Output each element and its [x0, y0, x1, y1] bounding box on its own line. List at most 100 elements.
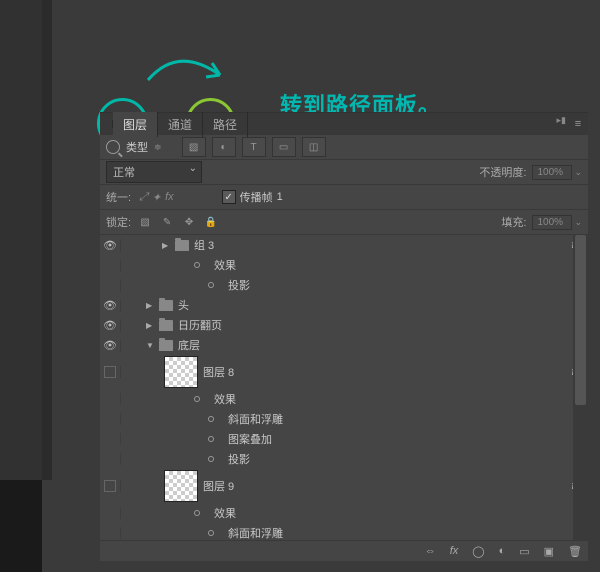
unify-row: 统一: ⤢ ✦ fx ✓ 传播帧 1	[100, 185, 588, 210]
propagate-checkbox[interactable]: ✓	[222, 190, 236, 204]
eye-dot-icon[interactable]	[194, 510, 200, 516]
effect-name: 斜面和浮雕	[228, 525, 283, 541]
visibility-icon[interactable]: 👁	[100, 299, 121, 312]
folder-icon	[159, 300, 173, 311]
filter-toolbar: 类型 ≑ ▧ ◐ T ▭ ◫	[100, 135, 588, 160]
collapse-icon[interactable]: ▶	[162, 241, 170, 250]
visibility-icon[interactable]: 👁	[100, 279, 121, 292]
adjustment-icon[interactable]: ◐	[499, 545, 506, 557]
visibility-icon[interactable]: 👁	[100, 259, 121, 272]
filter-pixel-icon[interactable]: ▧	[182, 137, 206, 157]
visibility-icon[interactable]: 👁	[100, 319, 121, 332]
visibility-icon[interactable]	[100, 366, 121, 378]
chevron-icon[interactable]: ⌄	[574, 167, 582, 178]
collapse-icon[interactable]: ▶	[146, 321, 154, 330]
dropdown-icon[interactable]: ≑	[154, 142, 162, 153]
layer-name: 图层 8	[203, 364, 234, 380]
layers-panel: 图层 通道 路径 ▸▮ ≡ 类型 ≑ ▧ ◐ T ▭ ◫ 正常 不透明度: 10…	[100, 112, 588, 561]
layer-name: 日历翻页	[178, 317, 222, 333]
eye-dot-icon[interactable]	[194, 396, 200, 402]
layer-row[interactable]: 👁 ▶ 日历翻页	[100, 315, 588, 335]
new-layer-icon[interactable]: ▣	[544, 545, 554, 558]
folder-icon	[175, 240, 189, 251]
eye-dot-icon[interactable]	[208, 456, 214, 462]
layer-row[interactable]: 👁 ▶头	[100, 295, 588, 315]
visibility-icon[interactable]: 👁	[100, 239, 121, 252]
fill-value[interactable]: 100%	[532, 215, 572, 230]
annotation-arrow	[138, 40, 238, 100]
layer-row[interactable]: .投影	[100, 449, 588, 469]
tab-layers[interactable]: 图层	[113, 112, 158, 137]
effects-label: 效果	[214, 257, 236, 273]
filter-type-icon[interactable]: T	[242, 137, 266, 157]
effects-label: 效果	[214, 505, 236, 521]
lock-label: 锁定:	[106, 214, 131, 230]
chevron-icon[interactable]: ⌄	[574, 217, 582, 228]
layer-row[interactable]: 👁 ▼ 底层	[100, 335, 588, 355]
panel-menu-icon[interactable]: ≡	[568, 114, 588, 134]
layer-row[interactable]: 👁 效果	[100, 255, 588, 275]
layer-thumbnail[interactable]	[164, 470, 198, 502]
eye-dot-icon[interactable]	[208, 530, 214, 536]
panel-tabs: 图层 通道 路径 ▸▮ ≡	[100, 113, 588, 135]
visibility-icon[interactable]	[100, 480, 121, 492]
tab-dropdown-icon[interactable]: ▸▮	[557, 115, 566, 126]
unify-style-icon[interactable]: fx	[165, 191, 174, 204]
expand-icon[interactable]: ▼	[146, 341, 154, 350]
propagate-label: 传播帧	[240, 189, 273, 205]
effects-label: 效果	[214, 391, 236, 407]
opacity-value[interactable]: 100%	[532, 165, 572, 180]
lock-position-icon[interactable]: ✥	[181, 215, 197, 229]
layer-row[interactable]: 👁 ▶组 3fx▴	[100, 235, 588, 255]
layer-row[interactable]: .斜面和浮雕	[100, 523, 588, 541]
filter-smart-icon[interactable]: ◫	[302, 137, 326, 157]
layer-row[interactable]: 👁 投影	[100, 275, 588, 295]
effect-name: 图案叠加	[228, 431, 272, 447]
eye-dot-icon[interactable]	[208, 282, 214, 288]
unify-visibility-icon[interactable]: ✦	[152, 191, 161, 204]
eye-dot-icon[interactable]	[194, 262, 200, 268]
layer-row[interactable]: .图案叠加	[100, 429, 588, 449]
layer-row[interactable]: .效果	[100, 389, 588, 409]
lock-pixels-icon[interactable]: ✎	[159, 215, 175, 229]
layer-name: 组 3	[194, 237, 214, 253]
link-icon[interactable]: ⇔	[425, 545, 436, 557]
layer-thumbnail[interactable]	[164, 356, 198, 388]
layers-list: 👁 ▶组 3fx▴ 👁 效果 👁 投影 👁 ▶头 👁 ▶日历翻页 👁 ▼底层 图…	[100, 235, 588, 541]
folder-icon	[159, 320, 173, 331]
visibility-icon[interactable]: 👁	[100, 339, 121, 352]
tab-paths[interactable]: 路径	[203, 112, 248, 137]
collapse-icon[interactable]: ▶	[146, 301, 154, 310]
layer-row[interactable]: 图层 8fx▴	[100, 355, 588, 389]
scrollbar-thumb[interactable]	[575, 235, 586, 405]
layer-name: 图层 9	[203, 478, 234, 494]
tab-channels[interactable]: 通道	[158, 112, 203, 137]
lock-transparent-icon[interactable]: ▧	[137, 215, 153, 229]
filter-type-label[interactable]: 类型	[126, 139, 148, 155]
effect-name: 投影	[228, 451, 250, 467]
mask-icon[interactable]: ◯	[472, 545, 484, 558]
filter-shape-icon[interactable]: ▭	[272, 137, 296, 157]
eye-dot-icon[interactable]	[208, 416, 214, 422]
unify-label: 统一:	[106, 189, 131, 205]
canvas-edge	[42, 0, 52, 480]
layer-row[interactable]: .效果	[100, 503, 588, 523]
layer-row[interactable]: 图层 9fx▴	[100, 469, 588, 503]
effect-name: 斜面和浮雕	[228, 411, 283, 427]
layer-name: 底层	[178, 337, 200, 353]
delete-icon[interactable]: 🗑	[568, 545, 582, 558]
filter-adjust-icon[interactable]: ◐	[212, 137, 236, 157]
effect-name: 投影	[228, 277, 250, 293]
lock-all-icon[interactable]: 🔒	[203, 215, 219, 229]
group-icon[interactable]: ▭	[519, 545, 529, 558]
fx-icon[interactable]: fx	[450, 545, 459, 557]
app-left-bar	[0, 0, 42, 572]
scrollbar[interactable]	[573, 235, 588, 541]
blend-options: 正常 不透明度: 100%⌄	[100, 160, 588, 185]
layer-row[interactable]: .斜面和浮雕	[100, 409, 588, 429]
folder-icon	[159, 340, 173, 351]
blend-mode-select[interactable]: 正常	[106, 161, 202, 183]
eye-dot-icon[interactable]	[208, 436, 214, 442]
unify-position-icon[interactable]: ⤢	[139, 191, 148, 204]
tab-blank[interactable]	[100, 120, 113, 128]
